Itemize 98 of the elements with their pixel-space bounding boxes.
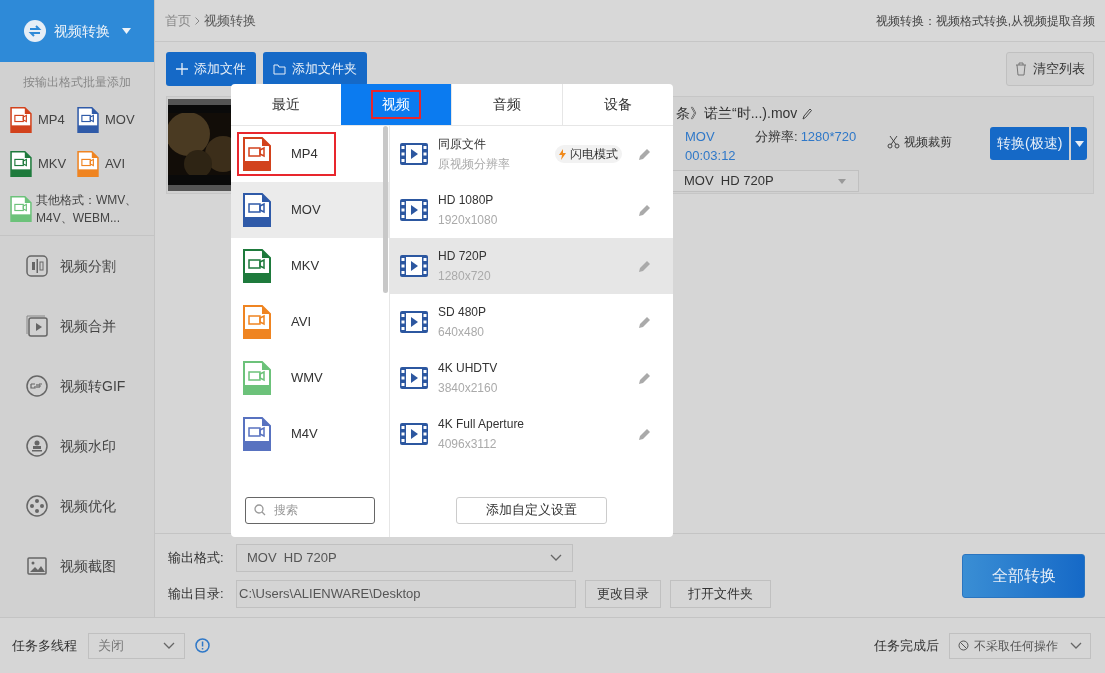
resolution-label: 分辨率: xyxy=(755,128,798,146)
lightning-icon xyxy=(559,148,566,160)
preset-option[interactable]: 4K UHDTV 3840x2160 xyxy=(390,350,673,406)
film-icon xyxy=(400,311,428,333)
folder-icon xyxy=(273,63,286,75)
format-tab[interactable]: 最近 xyxy=(231,84,341,125)
convert-options-button[interactable] xyxy=(1071,127,1088,160)
file-format: MOV xyxy=(685,128,715,146)
search-field[interactable]: 搜索 xyxy=(245,496,375,524)
format-option[interactable]: MOV xyxy=(231,182,389,238)
film-icon xyxy=(400,367,428,389)
caret-icon xyxy=(838,178,846,184)
output-format-label: 输出格式: xyxy=(168,548,225,567)
resolution-value: 1280*720 xyxy=(800,128,857,146)
format-option[interactable]: AVI xyxy=(231,294,389,350)
scissors-icon xyxy=(887,135,900,149)
breadcrumb-current: 视频转换 xyxy=(204,11,256,30)
film-icon xyxy=(400,199,428,221)
trash-icon xyxy=(1015,62,1027,76)
preset-name: HD 1080P xyxy=(438,192,495,208)
preset-option[interactable]: HD 720P 1280x720 xyxy=(390,238,673,294)
format-option[interactable]: MP4 xyxy=(231,126,389,182)
preset-name: 同原文件 xyxy=(438,136,487,152)
stamp-icon xyxy=(26,435,48,457)
batch-title: 按输出格式批量添加 xyxy=(22,74,132,91)
preset-resolution: 1280x720 xyxy=(438,268,491,284)
format-tab[interactable]: 音频 xyxy=(451,84,562,125)
film-icon xyxy=(400,143,428,165)
output-select[interactable]: MOV HD 720P xyxy=(671,170,859,192)
format-tab[interactable]: 设备 xyxy=(562,84,673,125)
lightning-mode-badge: 闪电模式 xyxy=(555,145,622,163)
caret-icon xyxy=(1074,140,1084,147)
format-shortcut[interactable]: AVI xyxy=(77,151,144,177)
convert-all-button[interactable]: 全部转换 xyxy=(962,553,1085,598)
format-shortcut[interactable]: MOV xyxy=(77,107,144,133)
format-shortcut[interactable]: MP4 xyxy=(10,107,77,133)
format-option[interactable]: WMV xyxy=(231,350,389,406)
image-icon xyxy=(26,555,48,577)
play-icon xyxy=(26,315,48,337)
format-option[interactable]: M4V xyxy=(231,406,389,462)
format-tab[interactable]: 视频 xyxy=(341,84,451,125)
caret-icon xyxy=(122,28,131,34)
sidebar-item[interactable]: 视频截图 xyxy=(0,536,154,596)
add-file-button[interactable]: 添加文件 xyxy=(166,52,256,86)
sidebar-item[interactable]: 视频优化 xyxy=(0,476,154,536)
open-folder-button[interactable]: 打开文件夹 xyxy=(670,579,771,608)
sidebar-item[interactable]: 视频分割 xyxy=(0,236,154,296)
file-name: 条》诺兰“时...).mov xyxy=(676,104,798,123)
header-note: 视频转换：视频格式转换,从视频提取音频 xyxy=(875,12,1095,30)
convert-button[interactable]: 转换(极速) xyxy=(990,127,1070,160)
crop-button[interactable]: 视频裁剪 xyxy=(887,133,952,151)
plus-icon xyxy=(176,63,188,75)
output-dir-label: 输出目录: xyxy=(168,584,225,603)
preset-name: SD 480P xyxy=(438,304,487,320)
change-dir-button[interactable]: 更改目录 xyxy=(585,579,661,608)
preset-name: 4K UHDTV xyxy=(438,360,498,376)
preset-resolution: 1920x1080 xyxy=(438,212,498,228)
sidebar-item[interactable]: 视频转GIF xyxy=(0,356,154,416)
sidebar-item[interactable]: 视频合并 xyxy=(0,296,154,356)
prohibited-icon xyxy=(958,640,969,651)
clear-list-button[interactable]: 清空列表 xyxy=(1006,52,1094,86)
preset-resolution: 4096x3112 xyxy=(438,436,498,452)
preset-resolution: 640x480 xyxy=(438,324,486,340)
file-duration: 00:03:12 xyxy=(685,147,736,165)
add-folder-button[interactable]: 添加文件夹 xyxy=(263,52,367,86)
chevron-down-icon xyxy=(550,553,562,562)
film-reel-icon xyxy=(26,495,48,517)
format-option[interactable]: MKV xyxy=(231,238,389,294)
format-shortcut[interactable]: MKV xyxy=(10,151,77,177)
info-icon[interactable] xyxy=(195,638,210,653)
threads-label: 任务多线程 xyxy=(12,636,77,655)
gif-icon xyxy=(26,375,48,397)
film-icon xyxy=(400,423,428,445)
split-icon xyxy=(26,255,48,277)
add-custom-button[interactable]: 添加自定义设置 xyxy=(456,496,607,524)
other-formats[interactable]: 其他格式：WMV、M4V、WEBM... xyxy=(0,191,154,236)
preset-option[interactable]: 4K Full Aperture 4096x3112 xyxy=(390,406,673,462)
pencil-icon[interactable] xyxy=(801,107,813,120)
swap-icon xyxy=(24,20,46,42)
preset-resolution: 原视频分辨率 xyxy=(438,156,510,172)
preset-resolution: 3840x2160 xyxy=(438,380,498,396)
output-dir-field[interactable]: C:\Users\ALIENWARE\Desktop xyxy=(236,579,576,608)
sidebar-header-label: 视频转换 xyxy=(54,21,110,41)
after-select[interactable]: 不采取任何操作 xyxy=(949,632,1091,659)
film-icon xyxy=(400,255,428,277)
preset-name: HD 720P xyxy=(438,248,488,264)
scrollbar-thumb[interactable] xyxy=(383,126,388,293)
chevron-down-icon xyxy=(1070,641,1082,650)
preset-option[interactable]: HD 1080P 1920x1080 xyxy=(390,182,673,238)
preset-name: 4K Full Aperture xyxy=(438,416,525,432)
after-label: 任务完成后 xyxy=(874,636,939,655)
chevron-down-icon xyxy=(163,641,175,650)
sidebar-item[interactable]: 视频水印 xyxy=(0,416,154,476)
output-format-select[interactable]: MOV HD 720P xyxy=(236,543,573,572)
search-icon xyxy=(254,503,266,516)
preset-option[interactable]: 同原文件 原视频分辨率 闪电模式 xyxy=(390,126,673,182)
chevron-right-icon xyxy=(195,16,200,25)
preset-option[interactable]: SD 480P 640x480 xyxy=(390,294,673,350)
